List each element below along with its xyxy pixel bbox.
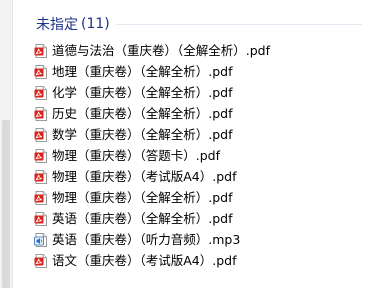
file-item[interactable]: 语文（重庆卷）（考试版A4）.pdf <box>34 249 270 270</box>
file-name: 物理（重庆卷）（答题卡）.pdf <box>52 148 220 163</box>
pdf-icon <box>34 169 48 184</box>
file-name: 物理（重庆卷）（考试版A4）.pdf <box>52 169 237 184</box>
file-item[interactable]: 英语（重庆卷）（全解全析）.pdf <box>34 207 270 228</box>
scrollbar-thumb[interactable] <box>2 120 10 288</box>
pdf-icon <box>34 211 48 226</box>
file-name: 语文（重庆卷）（考试版A4）.pdf <box>52 253 237 268</box>
pdf-icon <box>34 253 48 268</box>
file-item[interactable]: 道德与法治（重庆卷）（全解全析）.pdf <box>34 39 270 60</box>
file-list: 道德与法治（重庆卷）（全解全析）.pdf 地理（重庆卷）（全解全析）.pdf 化学（… <box>34 39 270 270</box>
file-name: 道德与法治（重庆卷）（全解全析）.pdf <box>52 43 270 58</box>
file-item[interactable]: 物理（重庆卷）（答题卡）.pdf <box>34 144 270 165</box>
audio-file-icon <box>34 232 48 247</box>
file-item[interactable]: 化学（重庆卷）（全解全析）.pdf <box>34 81 270 102</box>
group-header[interactable]: 未指定 (11) <box>36 13 376 35</box>
group-count: (11) <box>81 16 110 32</box>
file-item[interactable]: 数学（重庆卷）（全解全析）.pdf <box>34 123 270 144</box>
file-name: 英语（重庆卷）（全解全析）.pdf <box>52 211 233 226</box>
pdf-icon <box>34 43 48 58</box>
file-name: 数学（重庆卷）（全解全析）.pdf <box>52 127 233 142</box>
file-item[interactable]: 英语（重庆卷）（听力音频）.mp3 <box>34 228 270 249</box>
group-title: 未指定 <box>36 17 78 33</box>
group-divider <box>115 23 362 25</box>
pdf-icon <box>34 85 48 100</box>
pdf-icon <box>34 127 48 142</box>
file-item[interactable]: 物理（重庆卷）（全解全析）.pdf <box>34 186 270 207</box>
pdf-icon <box>34 190 48 205</box>
file-name: 物理（重庆卷）（全解全析）.pdf <box>52 190 233 205</box>
file-name: 历史（重庆卷）（全解全析）.pdf <box>52 106 233 121</box>
file-name: 地理（重庆卷）（全解全析）.pdf <box>52 64 233 79</box>
file-item[interactable]: 物理（重庆卷）（考试版A4）.pdf <box>34 165 270 186</box>
pdf-icon <box>34 148 48 163</box>
pdf-icon <box>34 106 48 121</box>
file-item[interactable]: 地理（重庆卷）（全解全析）.pdf <box>34 60 270 81</box>
pdf-icon <box>34 64 48 79</box>
file-name: 英语（重庆卷）（听力音频）.mp3 <box>52 232 241 247</box>
file-name: 化学（重庆卷）（全解全析）.pdf <box>52 85 233 100</box>
file-item[interactable]: 历史（重庆卷）（全解全析）.pdf <box>34 102 270 123</box>
navigation-pane-scrollbar[interactable] <box>0 0 13 288</box>
